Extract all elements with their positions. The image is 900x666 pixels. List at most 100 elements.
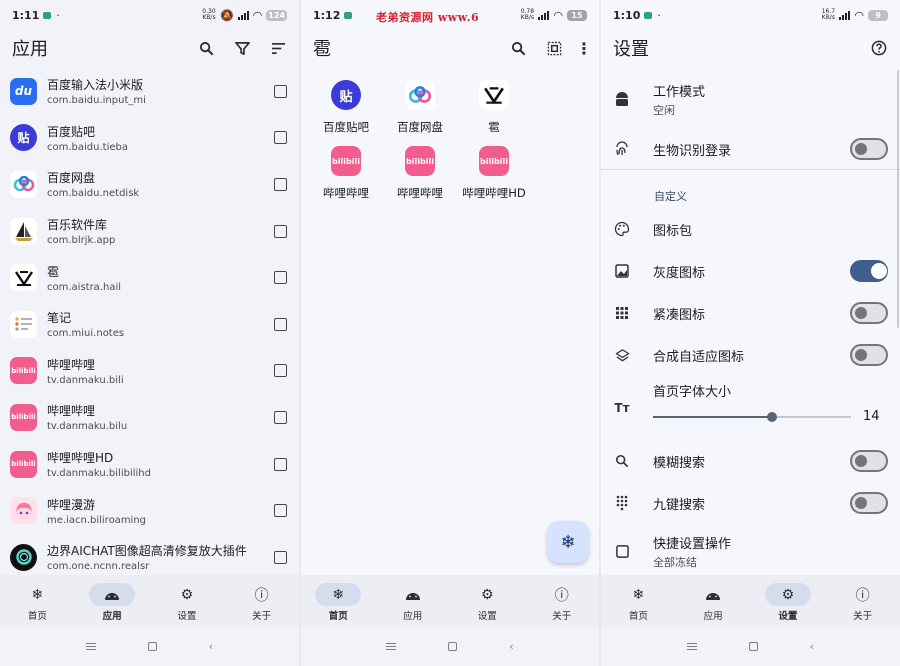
app-tile[interactable]: 百度网盘	[383, 80, 457, 146]
slider-fill	[653, 416, 772, 418]
gear-icon: ⚙	[764, 583, 811, 606]
watermark: 老弟资源网 www.6	[376, 11, 480, 24]
menu-key[interactable]	[386, 645, 397, 648]
nav-label: 应用	[703, 611, 723, 622]
list-item[interactable]: 贴 百度贴吧 com.baidu.tieba	[0, 115, 299, 162]
select-checkbox[interactable]	[274, 131, 287, 145]
search-icon[interactable]	[509, 39, 527, 57]
app-tile[interactable]: bilibili 哔哩哔哩	[383, 146, 457, 212]
nav-label: 设置	[778, 611, 798, 622]
select-checkbox[interactable]	[274, 550, 287, 564]
fuzzy-search-row[interactable]: 模糊搜索	[601, 440, 900, 482]
app-name: 哔哩哔哩	[323, 186, 369, 200]
fuzzy-switch[interactable]	[850, 450, 888, 472]
nav-about[interactable]: ⓘ 关于	[525, 575, 600, 627]
status-bar: 1:10 · 16.7 KB/s ◠ 9	[601, 0, 900, 30]
search-icon[interactable]	[197, 39, 215, 57]
back-key[interactable]: ‹	[509, 640, 513, 653]
nav-apps[interactable]: 应用	[376, 575, 451, 627]
quick-settings-row[interactable]: 快捷设置操作 全部冻结	[601, 530, 900, 572]
adaptive-switch[interactable]	[850, 344, 888, 366]
list-item[interactable]: du 百度输入法小米版 com.baidu.input_mi	[0, 68, 299, 115]
sort-icon[interactable]	[269, 39, 287, 57]
t9-switch[interactable]	[850, 492, 888, 514]
grayscale-switch[interactable]	[850, 260, 888, 282]
nav-home[interactable]: ❄ 首页	[0, 575, 75, 627]
fingerprint-icon	[613, 140, 631, 158]
nav-about[interactable]: ⓘ 关于	[224, 575, 299, 627]
scrollbar[interactable]	[897, 70, 899, 328]
app-package: com.aistra.hail	[47, 281, 122, 293]
list-item[interactable]: 笔记 com.miui.notes	[0, 301, 299, 348]
filter-icon[interactable]	[233, 39, 251, 57]
app-tile[interactable]: 雹	[457, 80, 531, 146]
nav-home[interactable]: ❄ 首页	[601, 575, 676, 627]
select-checkbox[interactable]	[274, 457, 287, 471]
nav-settings[interactable]: ⚙ 设置	[450, 575, 525, 627]
nav-about[interactable]: ⓘ 关于	[825, 575, 900, 627]
net-speed: 0.30 KB/s	[202, 8, 216, 21]
status-time: 1:12	[313, 8, 341, 22]
select-checkbox[interactable]	[274, 317, 287, 331]
app-icon: 贴	[331, 80, 361, 110]
select-checkbox[interactable]	[274, 504, 287, 518]
select-checkbox[interactable]	[274, 364, 287, 378]
setting-title: 生物识别登录	[653, 143, 732, 159]
biometric-switch[interactable]	[850, 138, 888, 160]
freeze-fab[interactable]: ❄	[547, 521, 589, 563]
app-tile[interactable]: 贴 百度贴吧	[309, 80, 383, 146]
list-item[interactable]: bilibili 哔哩哔哩 tv.danmaku.bili	[0, 348, 299, 395]
select-checkbox[interactable]	[274, 84, 287, 98]
setting-value: 空闲	[653, 103, 675, 117]
t9-search-row[interactable]: 九键搜索	[601, 482, 900, 524]
home-key[interactable]	[748, 642, 758, 651]
grayscale-row[interactable]: 灰度图标	[601, 250, 900, 292]
adaptive-row[interactable]: 合成自适应图标	[601, 334, 900, 376]
list-item[interactable]: 百乐软件库 com.blrjk.app	[0, 208, 299, 255]
app-tile[interactable]: bilibili 哔哩哔哩HD	[457, 146, 531, 212]
notification-icon	[644, 11, 653, 19]
setting-title: 九键搜索	[653, 497, 706, 513]
select-checkbox[interactable]	[274, 224, 287, 238]
snowflake-icon: ❄	[31, 586, 44, 603]
list-item[interactable]: bilibili 哔哩哔哩 tv.danmaku.bilu	[0, 394, 299, 441]
more-icon[interactable]: ⋮	[576, 39, 592, 58]
select-checkbox[interactable]	[274, 271, 287, 285]
list-item[interactable]: 雹 com.aistra.hail	[0, 254, 299, 301]
nav-apps[interactable]: 应用	[75, 575, 150, 627]
menu-key[interactable]	[686, 645, 697, 648]
nav-apps[interactable]: 应用	[676, 575, 751, 627]
nav-label: 首页	[27, 611, 47, 622]
notification-icon	[344, 11, 353, 19]
app-tile[interactable]: bilibili 哔哩哔哩	[309, 146, 383, 212]
slider-knob[interactable]	[766, 412, 777, 422]
nav-label: 应用	[403, 611, 423, 622]
mute-icon: 🔕	[219, 8, 234, 22]
nav-settings[interactable]: ⚙ 设置	[150, 575, 225, 627]
back-key[interactable]: ‹	[810, 640, 814, 653]
nav-settings[interactable]: ⚙ 设置	[751, 575, 826, 627]
work-mode-row[interactable]: 工作模式 空闲	[601, 78, 900, 120]
font-size-slider[interactable]	[653, 412, 851, 422]
icon-pack-row[interactable]: 图标包	[601, 208, 900, 250]
select-checkbox[interactable]	[274, 177, 287, 191]
list-item[interactable]: bilibili 哔哩哔哩HD tv.danmaku.bilibilihd	[0, 441, 299, 488]
home-key[interactable]	[147, 642, 157, 651]
compact-row[interactable]: 紧凑图标	[601, 292, 900, 334]
top-app-bar: 应用	[0, 30, 299, 66]
biometric-row[interactable]: 生物识别登录	[601, 128, 900, 170]
list-item[interactable]: 百度网盘 com.baidu.netdisk	[0, 161, 299, 208]
gesture-bar: ‹	[0, 627, 299, 666]
list-item[interactable]: 边界AICHAT图像超高清修复放大插件 com.one.ncnn.realsr	[0, 534, 299, 581]
help-icon[interactable]	[870, 39, 888, 57]
select-all-icon[interactable]	[545, 39, 563, 57]
menu-key[interactable]	[85, 645, 96, 648]
app-name: 雹	[488, 120, 500, 134]
compact-switch[interactable]	[850, 302, 888, 324]
back-key[interactable]: ‹	[209, 640, 213, 653]
home-key[interactable]	[448, 642, 458, 651]
app-icon: du	[10, 77, 37, 105]
select-checkbox[interactable]	[274, 410, 287, 424]
nav-home[interactable]: ❄ 首页	[301, 575, 376, 627]
list-item[interactable]: 哔哩漫游 me.iacn.biliroaming	[0, 487, 299, 534]
